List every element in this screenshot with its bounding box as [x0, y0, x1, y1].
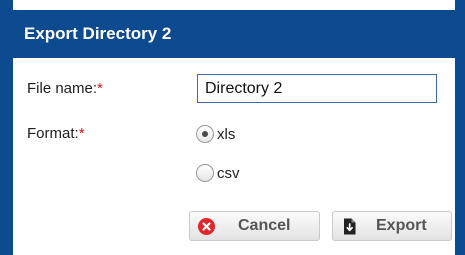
- radio-csv-label[interactable]: csv: [217, 165, 240, 182]
- dialog-frame-right: [455, 0, 465, 255]
- format-label: Format:: [27, 125, 79, 142]
- file-name-label-row: File name:*: [27, 80, 103, 97]
- radio-xls-label[interactable]: xls: [217, 126, 235, 143]
- format-label-row: Format:*: [27, 125, 85, 142]
- export-button-label: Export: [376, 217, 427, 234]
- cancel-button[interactable]: Cancel: [189, 211, 320, 241]
- format-option-xls[interactable]: xls: [196, 125, 235, 143]
- export-download-icon: [343, 218, 356, 235]
- dialog-title: Export Directory 2: [24, 24, 172, 43]
- export-dialog: Export Directory 2 File name:* Format:* …: [0, 0, 465, 255]
- export-button[interactable]: Export: [332, 211, 452, 241]
- radio-csv[interactable]: [196, 164, 214, 182]
- format-option-csv[interactable]: csv: [196, 164, 240, 182]
- cancel-button-label: Cancel: [238, 217, 291, 234]
- cancel-x-icon: [198, 218, 215, 235]
- file-name-label: File name:: [27, 80, 98, 97]
- file-name-input[interactable]: [197, 74, 437, 103]
- dialog-frame-left: [0, 0, 13, 255]
- required-marker: *: [97, 80, 103, 97]
- required-marker: *: [78, 125, 85, 142]
- radio-xls[interactable]: [196, 125, 214, 143]
